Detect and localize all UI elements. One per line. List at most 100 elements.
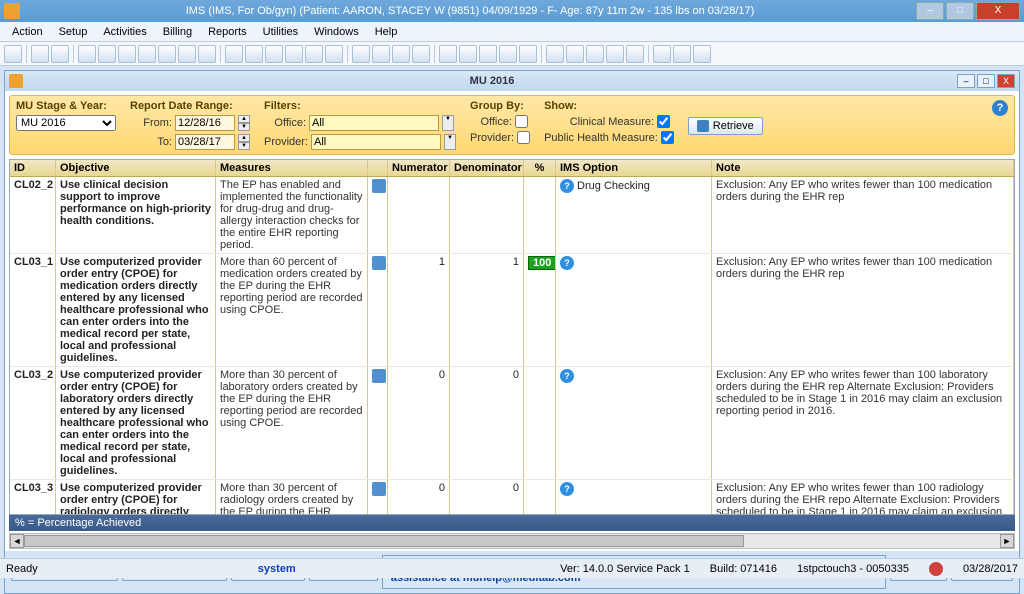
- toolbar-icon[interactable]: [305, 45, 323, 63]
- scroll-left-arrow[interactable]: ◄: [10, 534, 24, 548]
- table-row[interactable]: CL02_2Use clinical decision support to i…: [10, 177, 1014, 254]
- toolbar-icon[interactable]: [285, 45, 303, 63]
- menu-utilities[interactable]: Utilities: [255, 24, 306, 40]
- col-denominator[interactable]: Denominator: [450, 160, 524, 176]
- toolbar-icon[interactable]: [586, 45, 604, 63]
- toolbar-icon[interactable]: [566, 45, 584, 63]
- status-notify-icon[interactable]: [929, 562, 943, 576]
- toolbar-icon[interactable]: [519, 45, 537, 63]
- toolbar-icon[interactable]: [372, 45, 390, 63]
- scroll-right-arrow[interactable]: ►: [1000, 534, 1014, 548]
- toolbar-icon[interactable]: [325, 45, 343, 63]
- cell-objective: Use clinical decision support to improve…: [56, 177, 216, 253]
- window-title: IMS (IMS, For Ob/gyn) (Patient: AARON, S…: [26, 5, 914, 17]
- close-button[interactable]: X: [976, 2, 1020, 20]
- col-ims-option[interactable]: IMS Option: [556, 160, 712, 176]
- status-date: 03/28/2017: [963, 563, 1018, 575]
- toolbar-icon[interactable]: [158, 45, 176, 63]
- subwin-close-button[interactable]: X: [997, 74, 1015, 88]
- toolbar-icon[interactable]: [78, 45, 96, 63]
- toolbar-icon[interactable]: [138, 45, 156, 63]
- cell-id: CL03_2: [10, 367, 56, 479]
- table-row[interactable]: CL03_3Use computerized provider order en…: [10, 480, 1014, 514]
- office-filter-input[interactable]: [309, 115, 439, 131]
- subwin-minimize-button[interactable]: –: [957, 74, 975, 88]
- scroll-thumb[interactable]: [24, 535, 744, 547]
- mu-stage-select[interactable]: MU 2016: [16, 115, 116, 131]
- cell-denominator: 0: [450, 480, 524, 514]
- cell-detail-icon[interactable]: [368, 367, 388, 479]
- col-note[interactable]: Note: [712, 160, 1014, 176]
- info-icon[interactable]: ?: [560, 179, 574, 193]
- menu-action[interactable]: Action: [4, 24, 51, 40]
- horizontal-scrollbar[interactable]: ◄ ►: [9, 533, 1015, 549]
- toolbar-icon[interactable]: [51, 45, 69, 63]
- groupby-office-checkbox[interactable]: [515, 115, 528, 128]
- col-measures[interactable]: Measures: [216, 160, 368, 176]
- menu-billing[interactable]: Billing: [155, 24, 200, 40]
- toolbar-icon[interactable]: [499, 45, 517, 63]
- detail-icon: [372, 256, 386, 270]
- toolbar-icon[interactable]: [626, 45, 644, 63]
- menu-activities[interactable]: Activities: [95, 24, 154, 40]
- toolbar-icon[interactable]: [693, 45, 711, 63]
- from-date-spinner[interactable]: ▲▼: [238, 115, 250, 131]
- cell-detail-icon[interactable]: [368, 254, 388, 366]
- col-icon: [368, 160, 388, 176]
- toolbar-icon[interactable]: [606, 45, 624, 63]
- toolbar-icon[interactable]: [245, 45, 263, 63]
- toolbar-icon[interactable]: [118, 45, 136, 63]
- cell-detail-icon[interactable]: [368, 480, 388, 514]
- menu-help[interactable]: Help: [367, 24, 406, 40]
- to-date-input[interactable]: [175, 134, 235, 150]
- minimize-button[interactable]: –: [916, 2, 944, 20]
- measures-grid: ID Objective Measures Numerator Denomina…: [9, 159, 1015, 515]
- toolbar-icon[interactable]: [479, 45, 497, 63]
- clinical-measure-checkbox[interactable]: [657, 115, 670, 128]
- col-percent[interactable]: %: [524, 160, 556, 176]
- toolbar-icon[interactable]: [392, 45, 410, 63]
- to-date-spinner[interactable]: ▲▼: [238, 134, 250, 150]
- info-icon[interactable]: ?: [560, 369, 574, 383]
- info-icon[interactable]: ?: [560, 482, 574, 496]
- toolbar-icon[interactable]: [352, 45, 370, 63]
- public-health-checkbox[interactable]: [661, 131, 674, 144]
- toolbar-icon[interactable]: [198, 45, 216, 63]
- menu-windows[interactable]: Windows: [306, 24, 367, 40]
- subwin-maximize-button[interactable]: □: [977, 74, 995, 88]
- toolbar-icon[interactable]: [439, 45, 457, 63]
- cell-detail-icon[interactable]: [368, 177, 388, 253]
- table-row[interactable]: CL03_1Use computerized provider order en…: [10, 254, 1014, 367]
- toolbar-icon[interactable]: [98, 45, 116, 63]
- percentage-legend-bar: % = Percentage Achieved: [9, 515, 1015, 531]
- maximize-button[interactable]: □: [946, 2, 974, 20]
- provider-dropdown-icon[interactable]: ▼: [444, 134, 456, 150]
- from-date-input[interactable]: [175, 115, 235, 131]
- filters-label: Filters:: [264, 100, 456, 112]
- toolbar-icon[interactable]: [178, 45, 196, 63]
- toolbar-icon[interactable]: [653, 45, 671, 63]
- toolbar-icon[interactable]: [31, 45, 49, 63]
- info-icon[interactable]: ?: [560, 256, 574, 270]
- provider-filter-input[interactable]: [311, 134, 441, 150]
- help-icon[interactable]: ?: [992, 100, 1008, 116]
- menu-setup[interactable]: Setup: [51, 24, 96, 40]
- toolbar-icon[interactable]: [265, 45, 283, 63]
- toolbar-icon[interactable]: [546, 45, 564, 63]
- grid-body[interactable]: CL02_2Use clinical decision support to i…: [10, 177, 1014, 514]
- mu-report-window: MU 2016 – □ X MU Stage & Year: MU 2016 R…: [4, 70, 1020, 594]
- toolbar-icon[interactable]: [412, 45, 430, 63]
- table-row[interactable]: CL03_2Use computerized provider order en…: [10, 367, 1014, 480]
- office-dropdown-icon[interactable]: ▼: [442, 115, 454, 131]
- retrieve-button[interactable]: Retrieve: [688, 117, 763, 135]
- col-id[interactable]: ID: [10, 160, 56, 176]
- toolbar-icon[interactable]: [225, 45, 243, 63]
- groupby-provider-checkbox[interactable]: [517, 131, 530, 144]
- provider-label: Provider:: [264, 136, 308, 148]
- col-numerator[interactable]: Numerator: [388, 160, 450, 176]
- toolbar-icon[interactable]: [673, 45, 691, 63]
- toolbar-icon[interactable]: [4, 45, 22, 63]
- col-objective[interactable]: Objective: [56, 160, 216, 176]
- toolbar-icon[interactable]: [459, 45, 477, 63]
- menu-reports[interactable]: Reports: [200, 24, 255, 40]
